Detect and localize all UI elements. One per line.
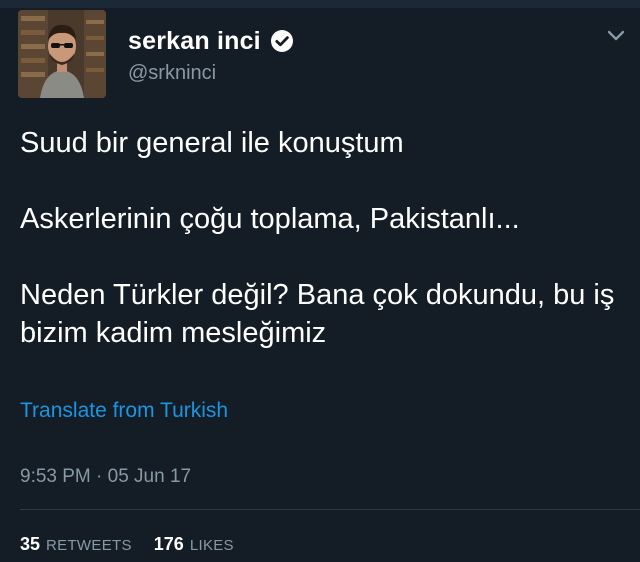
top-bar	[0, 0, 640, 8]
tweet-paragraph: Suud bir general ile konuştum	[20, 127, 404, 159]
tweet-text: Suud bir general ile konuştum Askerlerin…	[20, 124, 625, 352]
tweet-timestamp[interactable]: 9:53 PM · 05 Jun 17	[20, 466, 191, 488]
verified-badge-icon	[270, 29, 294, 53]
tweet-paragraph: Askerlerinin çoğu toplama, Pakistanlı...	[20, 203, 520, 235]
likes-label: LIKES	[189, 537, 234, 554]
tweet-paragraph: Neden Türkler değil? Bana çok dokundu, b…	[20, 279, 615, 349]
divider	[20, 509, 640, 510]
retweets-label: RETWEETS	[46, 537, 132, 554]
tweet-stats: 35 RETWEETS 176 LIKES	[20, 534, 234, 555]
likes-stat[interactable]: 176 LIKES	[154, 534, 234, 555]
retweets-count: 35	[20, 534, 41, 554]
author-display-name[interactable]: serkan inci	[128, 27, 261, 56]
avatar[interactable]	[18, 10, 106, 98]
author-handle[interactable]: @srkninci	[128, 62, 216, 85]
translate-link[interactable]: Translate from Turkish	[20, 399, 228, 423]
likes-count: 176	[153, 534, 184, 554]
chevron-down-icon[interactable]	[606, 28, 626, 44]
retweets-stat[interactable]: 35 RETWEETS	[20, 534, 132, 555]
user-avatar-image	[18, 10, 106, 98]
author-name-row[interactable]: serkan inci	[128, 26, 294, 56]
